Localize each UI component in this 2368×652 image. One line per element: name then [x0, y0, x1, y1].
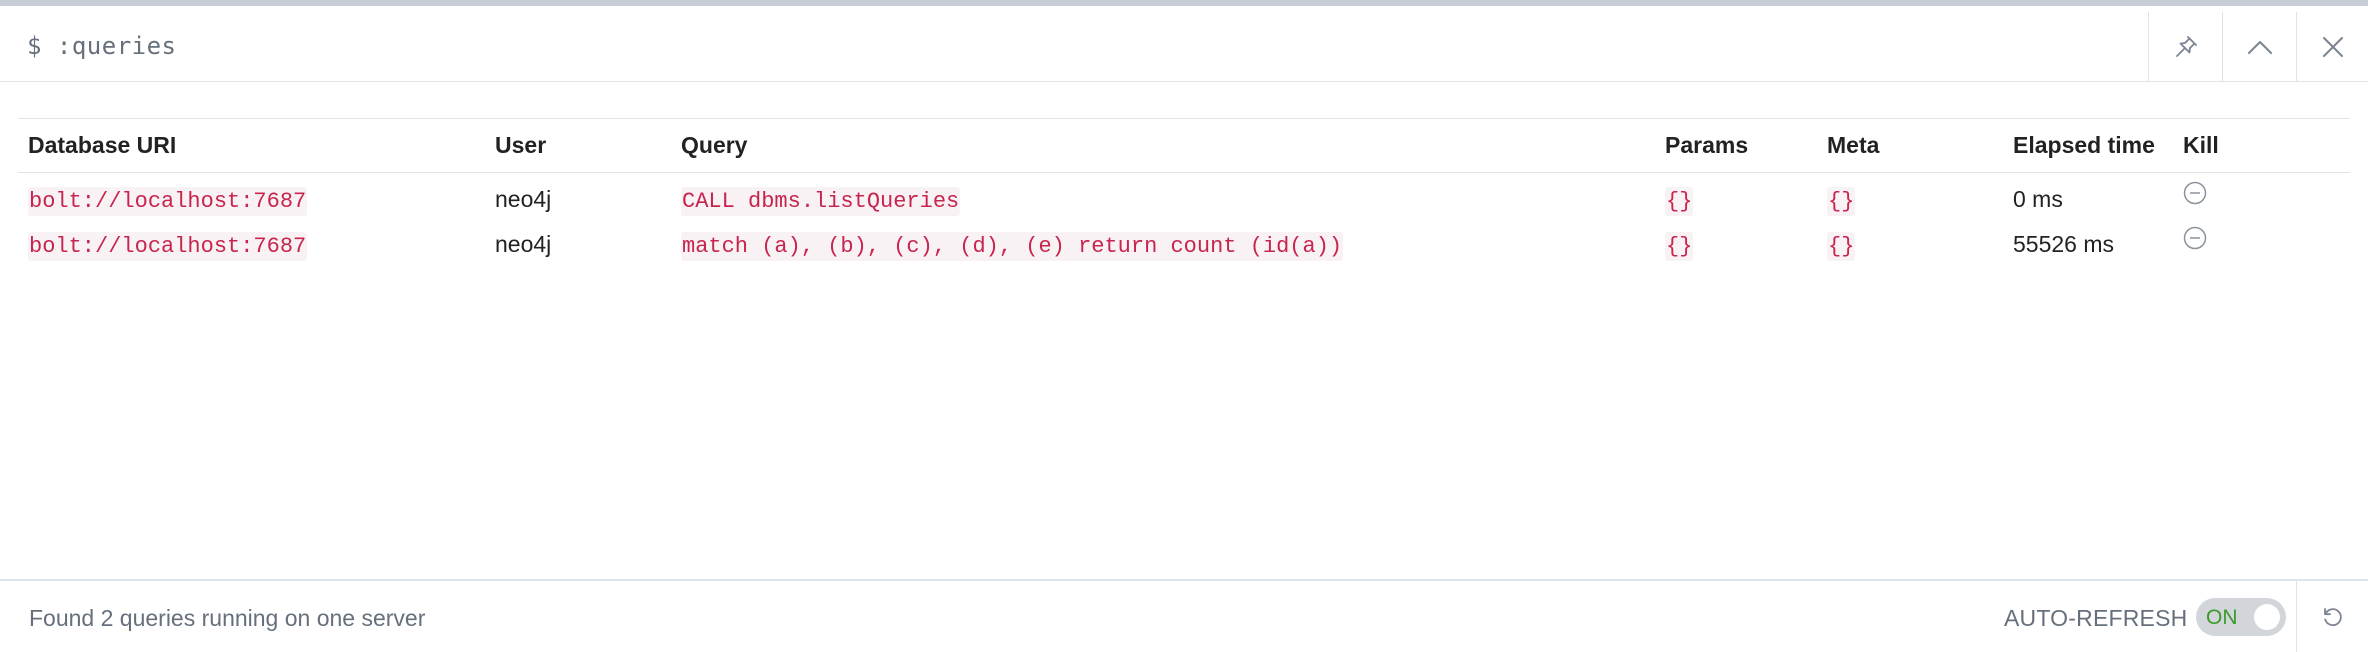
toggle-knob: [2254, 604, 2280, 630]
column-header: Elapsed time: [2013, 132, 2155, 158]
queries-frame: $ :queries Database URI User Query Param…: [0, 0, 2368, 652]
database-uri: bolt://localhost:7687: [28, 186, 308, 216]
minus-circle-icon: [2183, 181, 2207, 204]
status-text: Found 2 queries running on one server: [29, 605, 426, 631]
elapsed-time: 55526 ms: [2013, 231, 2115, 257]
user-cell: neo4j: [495, 231, 552, 257]
column-header: Query: [681, 132, 748, 158]
close-button[interactable]: [2296, 12, 2368, 82]
table-row: bolt://localhost:7687 neo4j CALL dbms.li…: [18, 173, 2350, 221]
column-header: Meta: [1827, 132, 1880, 158]
query-text: match (a), (b), (c), (d), (e) return cou…: [681, 231, 1344, 261]
pin-button[interactable]: [2148, 12, 2222, 82]
meta-value: {}: [1827, 231, 1856, 261]
auto-refresh-label: AUTO-REFRESH: [2004, 605, 2188, 631]
chevron-up-icon: [2247, 41, 2272, 54]
column-header: Database URI: [28, 132, 177, 158]
kill-query-button[interactable]: [2183, 226, 2207, 250]
database-uri: bolt://localhost:7687: [28, 231, 308, 261]
params-value: {}: [1665, 231, 1694, 261]
user-cell: neo4j: [495, 186, 552, 213]
auto-refresh-toggle[interactable]: ON: [2196, 598, 2286, 636]
frame-header: $ :queries: [0, 12, 2368, 82]
pin-icon: [2175, 36, 2197, 57]
close-icon: [2322, 37, 2343, 57]
refresh-icon: [2323, 607, 2342, 626]
elapsed-time: 0 ms: [2013, 186, 2063, 213]
params-value: {}: [1665, 186, 1694, 216]
collapse-button[interactable]: [2222, 12, 2296, 82]
command-text[interactable]: $ :queries: [27, 32, 177, 60]
kill-query-button[interactable]: [2183, 181, 2207, 205]
frame-footer: Found 2 queries running on one server AU…: [0, 579, 2368, 652]
refresh-button[interactable]: [2296, 581, 2368, 652]
meta-value: {}: [1827, 186, 1856, 216]
column-header: Params: [1665, 132, 1749, 158]
column-header: Kill: [2183, 132, 2219, 158]
minus-circle-icon: [2183, 226, 2207, 249]
table-row: bolt://localhost:7687 neo4j match (a), (…: [18, 221, 2350, 269]
toggle-state: ON: [2206, 606, 2238, 629]
column-header: User: [495, 132, 547, 158]
queries-table-container: Database URI User Query Params Meta Elap…: [18, 118, 2350, 269]
table-header-row: Database URI User Query Params Meta Elap…: [18, 118, 2350, 173]
queries-table: Database URI User Query Params Meta Elap…: [18, 118, 2350, 269]
query-text: CALL dbms.listQueries: [681, 186, 961, 216]
